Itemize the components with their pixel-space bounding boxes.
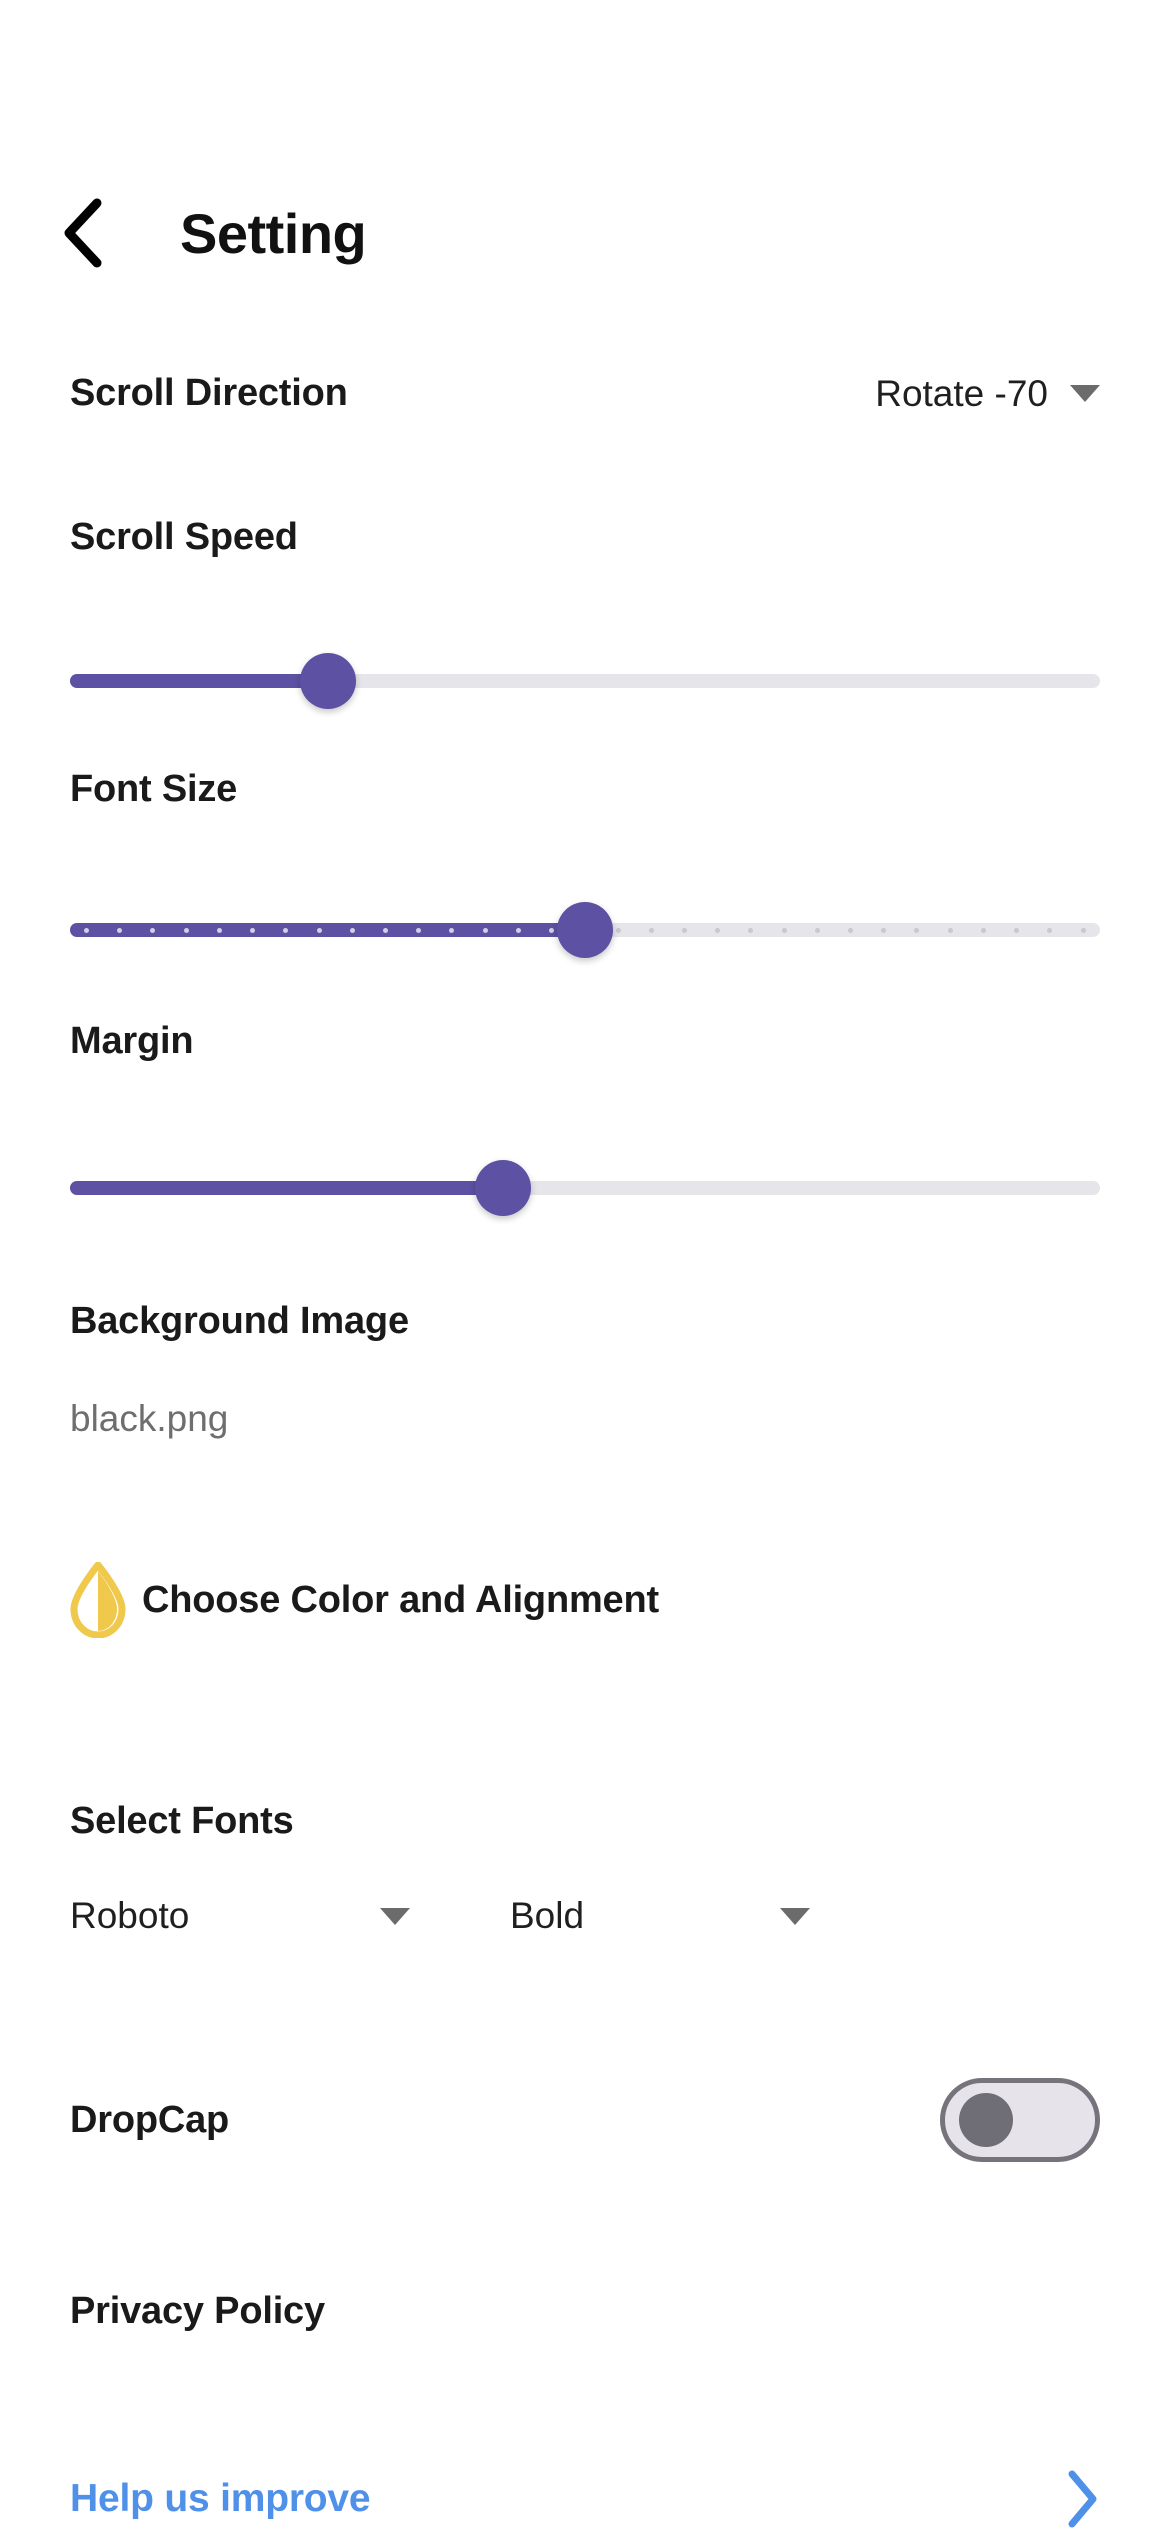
choose-color-row[interactable]: Choose Color and Alignment — [70, 1562, 1100, 1638]
font-size-label: Font Size — [70, 768, 238, 810]
scroll-speed-label-wrap: Scroll Speed — [70, 516, 1100, 559]
scroll-direction-value: Rotate -70 — [875, 372, 1048, 414]
chevron-down-icon — [1070, 385, 1100, 402]
margin-slider-row[interactable] — [70, 1153, 1100, 1223]
font-weight-dropdown[interactable]: Bold — [510, 1895, 810, 1937]
choose-color-button[interactable]: Choose Color and Alignment — [70, 1562, 1100, 1638]
app-header: Setting — [0, 178, 1170, 288]
scroll-direction-row[interactable]: Scroll Direction Rotate -70 — [70, 372, 1100, 415]
dropcap-toggle[interactable] — [940, 2078, 1100, 2162]
help-us-improve-label: Help us improve — [70, 2477, 371, 2520]
chevron-left-icon — [64, 198, 102, 268]
help-row[interactable]: Help us improve — [70, 2470, 1100, 2528]
privacy-policy-row[interactable]: Privacy Policy — [70, 2290, 1100, 2333]
slider-thumb[interactable] — [557, 902, 613, 958]
scroll-speed-label: Scroll Speed — [70, 516, 298, 558]
slider-thumb[interactable] — [299, 653, 356, 709]
margin-label-wrap: Margin — [70, 1020, 1100, 1063]
slider-track-fill — [70, 923, 585, 937]
select-fonts-section: Select Fonts — [70, 1800, 1100, 1843]
scroll-speed-slider-row[interactable] — [70, 646, 1100, 716]
font-size-slider-row[interactable] — [70, 895, 1100, 965]
chevron-down-icon — [380, 1907, 410, 1925]
droplet-icon — [70, 1562, 126, 1638]
background-image-label: Background Image — [70, 1300, 409, 1342]
back-button[interactable] — [36, 187, 128, 279]
dropcap-label: DropCap — [70, 2098, 230, 2141]
scroll-speed-slider[interactable] — [70, 646, 1100, 716]
privacy-policy-label: Privacy Policy — [70, 2290, 325, 2332]
scroll-direction-dropdown[interactable]: Rotate -70 — [875, 373, 1100, 415]
font-selectors-row: Roboto Bold — [70, 1895, 1100, 1937]
slider-track-fill — [70, 1181, 503, 1195]
background-image-filename: black.png — [70, 1398, 229, 1439]
scroll-direction-label: Scroll Direction — [70, 372, 348, 414]
margin-slider[interactable] — [70, 1153, 1100, 1223]
chevron-right-icon — [1068, 2470, 1097, 2528]
select-fonts-label: Select Fonts — [70, 1800, 294, 1842]
font-family-dropdown[interactable]: Roboto — [70, 1895, 410, 1937]
font-family-value: Roboto — [70, 1895, 190, 1936]
slider-track-fill — [70, 674, 328, 688]
slider-thumb[interactable] — [474, 1160, 531, 1216]
font-weight-value: Bold — [510, 1895, 585, 1936]
settings-screen: Setting Scroll Direction Rotate -70 Scro… — [0, 0, 1170, 2532]
chevron-down-icon — [780, 1907, 810, 1925]
font-size-slider[interactable] — [70, 895, 1100, 965]
page-title: Setting — [180, 201, 367, 265]
choose-color-label: Choose Color and Alignment — [142, 1578, 659, 1621]
dropcap-row[interactable]: DropCap — [70, 2078, 1100, 2162]
background-image-filename-row[interactable]: black.png — [70, 1398, 1100, 1440]
help-us-improve-button[interactable]: Help us improve — [70, 2470, 1100, 2528]
background-image-section: Background Image — [70, 1300, 1100, 1343]
toggle-knob — [959, 2093, 1013, 2147]
margin-label: Margin — [70, 1020, 194, 1062]
